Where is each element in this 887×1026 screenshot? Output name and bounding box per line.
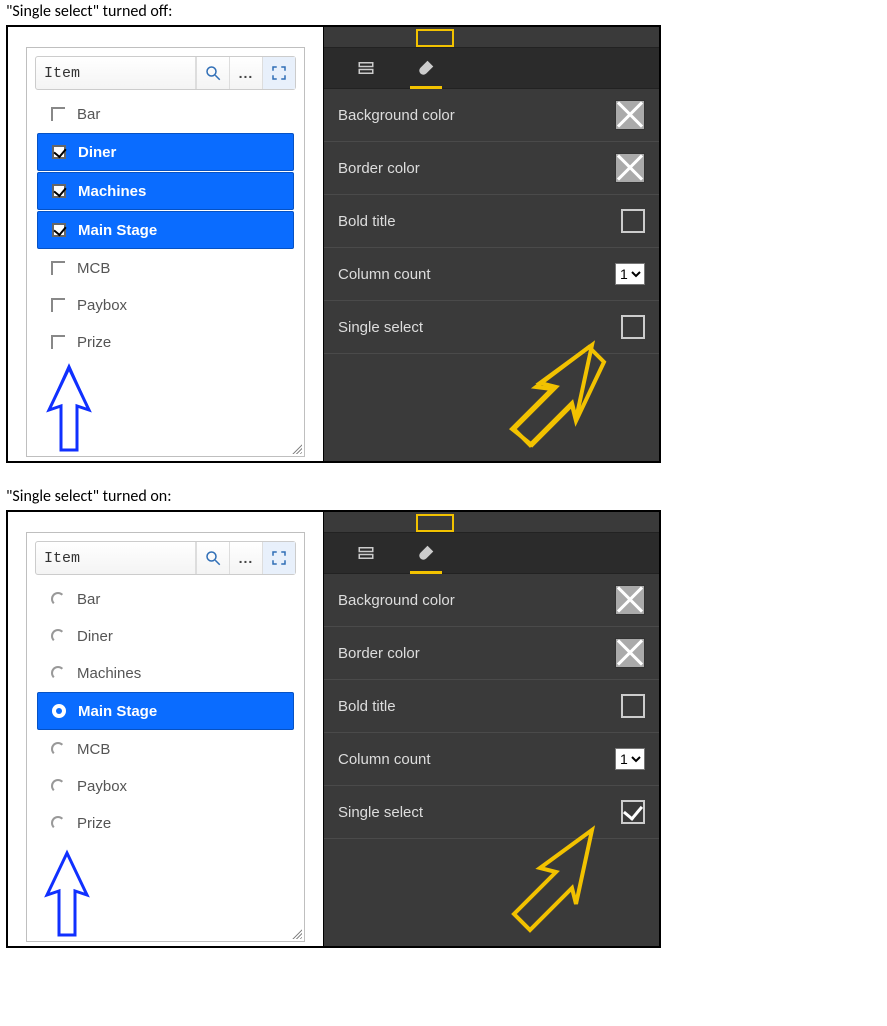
filter-item[interactable]: Prize: [37, 805, 294, 841]
checkbox-icon: [51, 335, 65, 349]
viz-picker-strip: [324, 27, 659, 48]
filter-item[interactable]: Main Stage: [37, 692, 294, 730]
caption-off: "Single select" turned off:: [6, 2, 881, 21]
resize-grip-icon[interactable]: [290, 442, 302, 454]
rows-icon[interactable]: [350, 533, 382, 573]
prop-border-color[interactable]: Border color: [324, 627, 659, 680]
filter-item[interactable]: Machines: [37, 655, 294, 691]
selected-viz-icon[interactable]: [416, 29, 454, 47]
checkbox-icon: [51, 261, 65, 275]
prop-column-count[interactable]: Column count 1: [324, 733, 659, 786]
format-tabs: [324, 48, 659, 89]
radio-icon: [51, 629, 65, 643]
no-fill-icon[interactable]: [615, 100, 645, 130]
viz-picker-strip: [324, 512, 659, 533]
fit-icon[interactable]: [262, 542, 295, 574]
filter-list-on: Bar Diner Machines Main Stage MCB Paybox…: [35, 581, 296, 841]
brush-icon[interactable]: [410, 533, 442, 573]
selected-viz-icon[interactable]: [416, 514, 454, 532]
checkbox-icon: [51, 107, 65, 121]
checkbox-on[interactable]: [621, 800, 645, 824]
filter-card: Item ... Bar Diner Machines Main Stage M…: [26, 47, 305, 457]
figure-single-select-on: Item ... Bar Diner Machines Main Stage M…: [6, 510, 661, 948]
filter-item[interactable]: Machines: [37, 172, 294, 210]
format-panel-off: Background color Border color Bold title…: [323, 27, 659, 461]
checkbox-off[interactable]: [621, 694, 645, 718]
prop-single-select[interactable]: Single select: [324, 786, 659, 839]
checkbox-off[interactable]: [621, 209, 645, 233]
figure-single-select-off: Item ... Bar Diner Machines Main Stage M…: [6, 25, 661, 463]
filter-item[interactable]: Diner: [37, 133, 294, 171]
filter-item[interactable]: Bar: [37, 581, 294, 617]
no-fill-icon[interactable]: [615, 585, 645, 615]
checkbox-icon: [52, 145, 66, 159]
filter-item[interactable]: MCB: [37, 250, 294, 286]
caption-on: "Single select" turned on:: [6, 487, 881, 506]
filter-item[interactable]: Bar: [37, 96, 294, 132]
search-icon[interactable]: [196, 542, 229, 574]
resize-grip-icon[interactable]: [290, 927, 302, 939]
prop-background-color[interactable]: Background color: [324, 89, 659, 142]
no-fill-icon[interactable]: [615, 638, 645, 668]
filter-visual-off: Item ... Bar Diner Machines Main Stage M…: [8, 27, 323, 461]
filter-item[interactable]: Paybox: [37, 287, 294, 323]
filter-header: Item ...: [35, 541, 296, 575]
checkbox-icon: [52, 184, 66, 198]
filter-item[interactable]: Prize: [37, 324, 294, 360]
radio-icon: [52, 704, 66, 718]
prop-background-color[interactable]: Background color: [324, 574, 659, 627]
prop-single-select[interactable]: Single select: [324, 301, 659, 354]
column-count-select[interactable]: 1: [615, 748, 645, 770]
filter-card: Item ... Bar Diner Machines Main Stage M…: [26, 532, 305, 942]
filter-item[interactable]: Diner: [37, 618, 294, 654]
radio-icon: [51, 592, 65, 606]
more-icon[interactable]: ...: [229, 542, 262, 574]
filter-field-name: Item: [36, 542, 196, 574]
radio-icon: [51, 742, 65, 756]
checkbox-icon: [51, 298, 65, 312]
prop-border-color[interactable]: Border color: [324, 142, 659, 195]
column-count-select[interactable]: 1: [615, 263, 645, 285]
prop-bold-title[interactable]: Bold title: [324, 680, 659, 733]
radio-icon: [51, 816, 65, 830]
radio-icon: [51, 666, 65, 680]
filter-item[interactable]: Main Stage: [37, 211, 294, 249]
no-fill-icon[interactable]: [615, 153, 645, 183]
filter-list-off: Bar Diner Machines Main Stage MCB Paybox…: [35, 96, 296, 360]
more-icon[interactable]: ...: [229, 57, 262, 89]
search-icon[interactable]: [196, 57, 229, 89]
fit-icon[interactable]: [262, 57, 295, 89]
rows-icon[interactable]: [350, 48, 382, 88]
prop-column-count[interactable]: Column count 1: [324, 248, 659, 301]
format-tabs: [324, 533, 659, 574]
checkbox-icon: [52, 223, 66, 237]
filter-item[interactable]: MCB: [37, 731, 294, 767]
filter-field-name: Item: [36, 57, 196, 89]
filter-visual-on: Item ... Bar Diner Machines Main Stage M…: [8, 512, 323, 946]
prop-bold-title[interactable]: Bold title: [324, 195, 659, 248]
checkbox-off[interactable]: [621, 315, 645, 339]
radio-icon: [51, 779, 65, 793]
filter-item[interactable]: Paybox: [37, 768, 294, 804]
format-panel-on: Background color Border color Bold title…: [323, 512, 659, 946]
brush-icon[interactable]: [410, 48, 442, 88]
filter-header: Item ...: [35, 56, 296, 90]
